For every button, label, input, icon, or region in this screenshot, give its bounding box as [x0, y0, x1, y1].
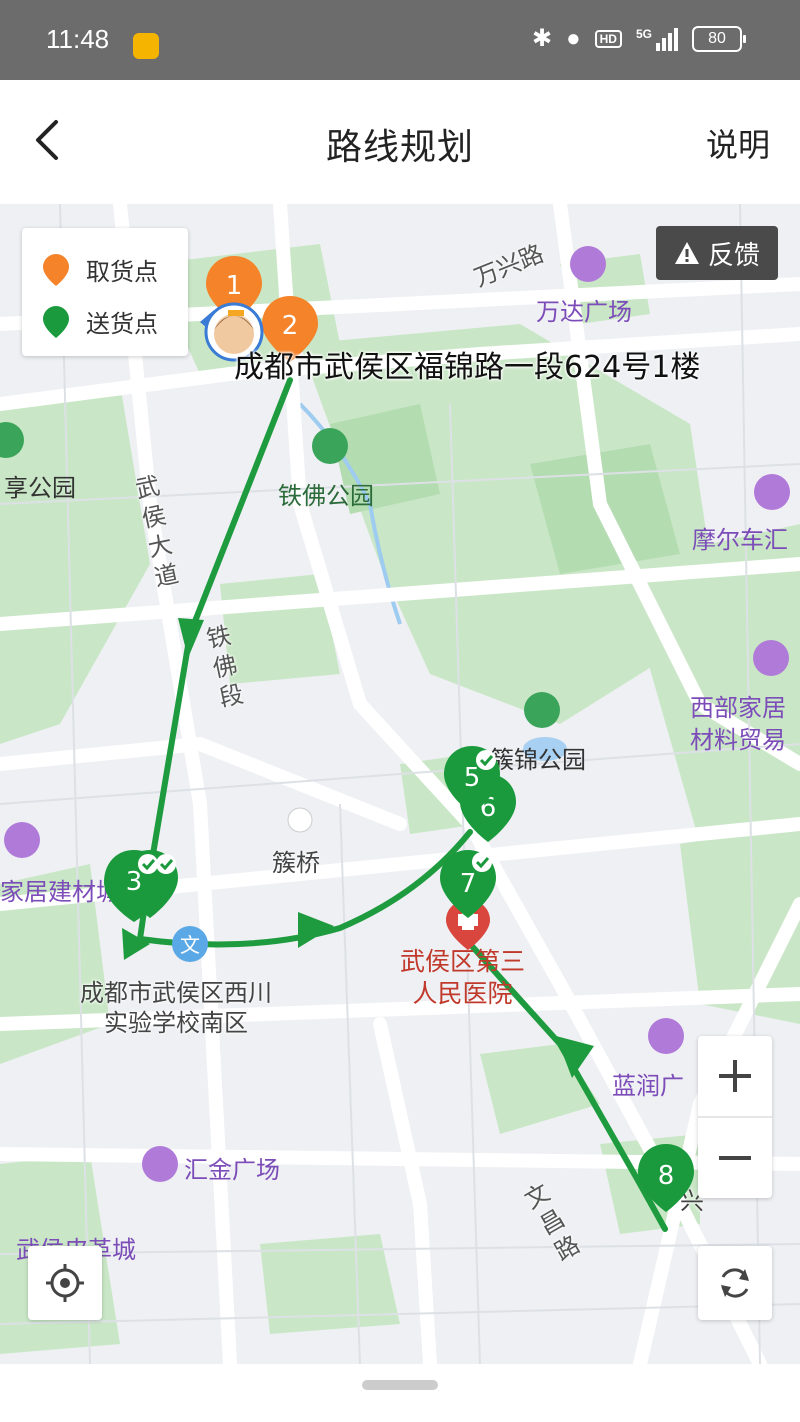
delivery-marker-3: 3: [104, 850, 178, 922]
status-bar: 11:48 ✱ ● HD 5G 80: [0, 0, 800, 80]
zoom-in-button[interactable]: [698, 1036, 772, 1116]
minus-icon: [719, 1156, 751, 1160]
app-notification-icon: [133, 33, 159, 59]
legend-delivery-label: 送货点: [86, 310, 158, 338]
route-map[interactable]: 文 万达广场 万兴路 铁佛公园 享公园 摩尔车汇 西部家居 材料贸易 簇锦公园 …: [0, 204, 800, 1364]
feedback-label: 反馈: [707, 240, 760, 271]
signal-icon: 5G: [636, 27, 678, 51]
svg-text:5: 5: [464, 763, 481, 793]
home-indicator[interactable]: [362, 1380, 438, 1390]
map-legend: 取货点 送货点: [22, 228, 188, 356]
bottom-bar: [0, 1364, 800, 1422]
locate-button[interactable]: [28, 1246, 102, 1320]
delivery-marker-7: 7: [440, 850, 496, 918]
svg-text:8: 8: [658, 1161, 675, 1191]
legend-pickup: 取货点: [42, 252, 158, 287]
legend-delivery: 送货点: [42, 304, 158, 339]
svg-text:3: 3: [126, 867, 143, 897]
delivery-marker-8: 8: [638, 1144, 694, 1212]
hd-badge: HD: [594, 30, 622, 48]
warning-icon: [674, 242, 699, 264]
feedback-button[interactable]: 反馈: [656, 226, 778, 280]
current-address-label: 成都市武侯区福锦路一段624号1楼: [234, 350, 701, 385]
page-title: 路线规划: [325, 127, 474, 168]
refresh-button[interactable]: [698, 1246, 772, 1320]
refresh-icon: [721, 1268, 749, 1298]
status-time: 11:48: [46, 24, 110, 54]
battery-icon: 80: [692, 26, 746, 52]
crosshair-icon: [46, 1264, 84, 1302]
bluetooth-icon: ✱: [532, 25, 553, 52]
svg-text:7: 7: [460, 869, 477, 899]
network-type: 5G: [635, 27, 652, 41]
pickup-pin-icon: [43, 253, 69, 286]
legend-pickup-label: 取货点: [86, 258, 158, 286]
help-link[interactable]: 说明: [706, 120, 770, 166]
nav-header: 路线规划 说明: [0, 80, 800, 204]
zoom-control: [698, 1036, 772, 1198]
delivery-pin-icon: [43, 305, 69, 338]
svg-text:1: 1: [226, 271, 243, 301]
zoom-out-button[interactable]: [698, 1118, 772, 1198]
location-icon: ●: [566, 25, 581, 52]
svg-text:2: 2: [282, 311, 299, 341]
plus-icon: [719, 1060, 751, 1092]
